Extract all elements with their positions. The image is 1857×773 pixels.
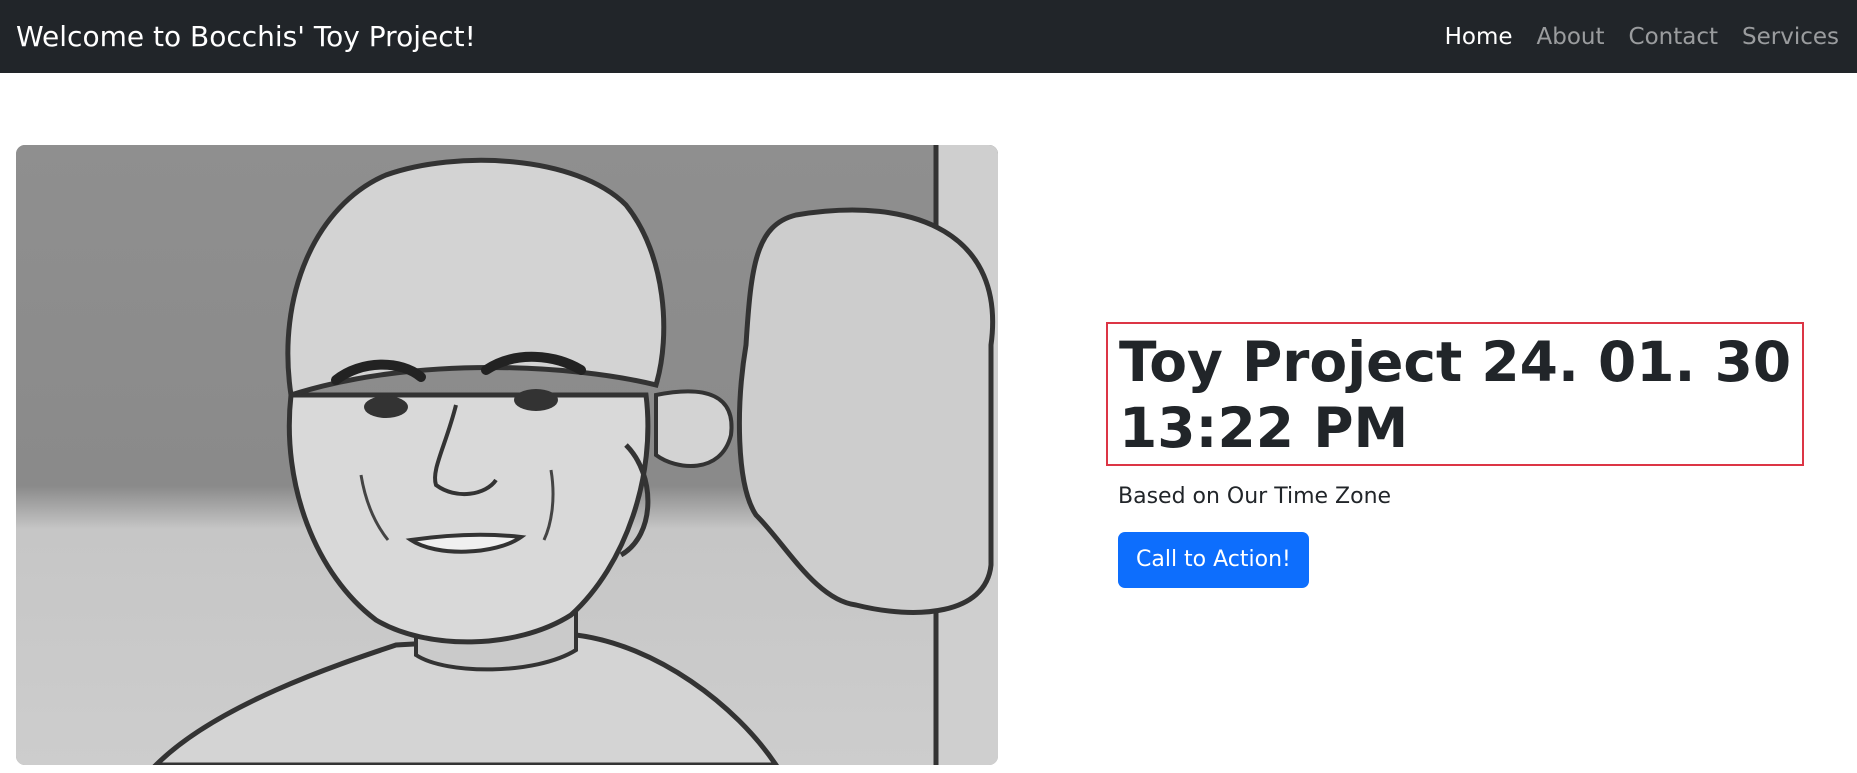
nav-links: Home About Contact Services: [1433, 24, 1841, 50]
navbar: Welcome to Bocchis' Toy Project! Home Ab…: [0, 0, 1857, 73]
nav-link-about[interactable]: About: [1525, 24, 1617, 50]
nav-link-services[interactable]: Services: [1730, 24, 1841, 50]
nav-link-contact[interactable]: Contact: [1617, 24, 1730, 50]
nav-link-home[interactable]: Home: [1433, 24, 1525, 50]
call-to-action-button[interactable]: Call to Action!: [1118, 531, 1309, 588]
hero-image: [16, 145, 998, 765]
page-title-line2: 13:22 PM: [1119, 396, 1409, 460]
navbar-brand[interactable]: Welcome to Bocchis' Toy Project!: [16, 22, 476, 51]
manga-character-illustration: [16, 145, 998, 765]
page-title-line1: Toy Project 24. 01. 30: [1119, 330, 1792, 394]
hero-subtitle: Based on Our Time Zone: [1118, 484, 1392, 509]
page-title: Toy Project 24. 01. 30 13:22 PM: [1106, 322, 1805, 466]
hero-text: Toy Project 24. 01. 30 13:22 PM Based on…: [1106, 322, 1805, 588]
